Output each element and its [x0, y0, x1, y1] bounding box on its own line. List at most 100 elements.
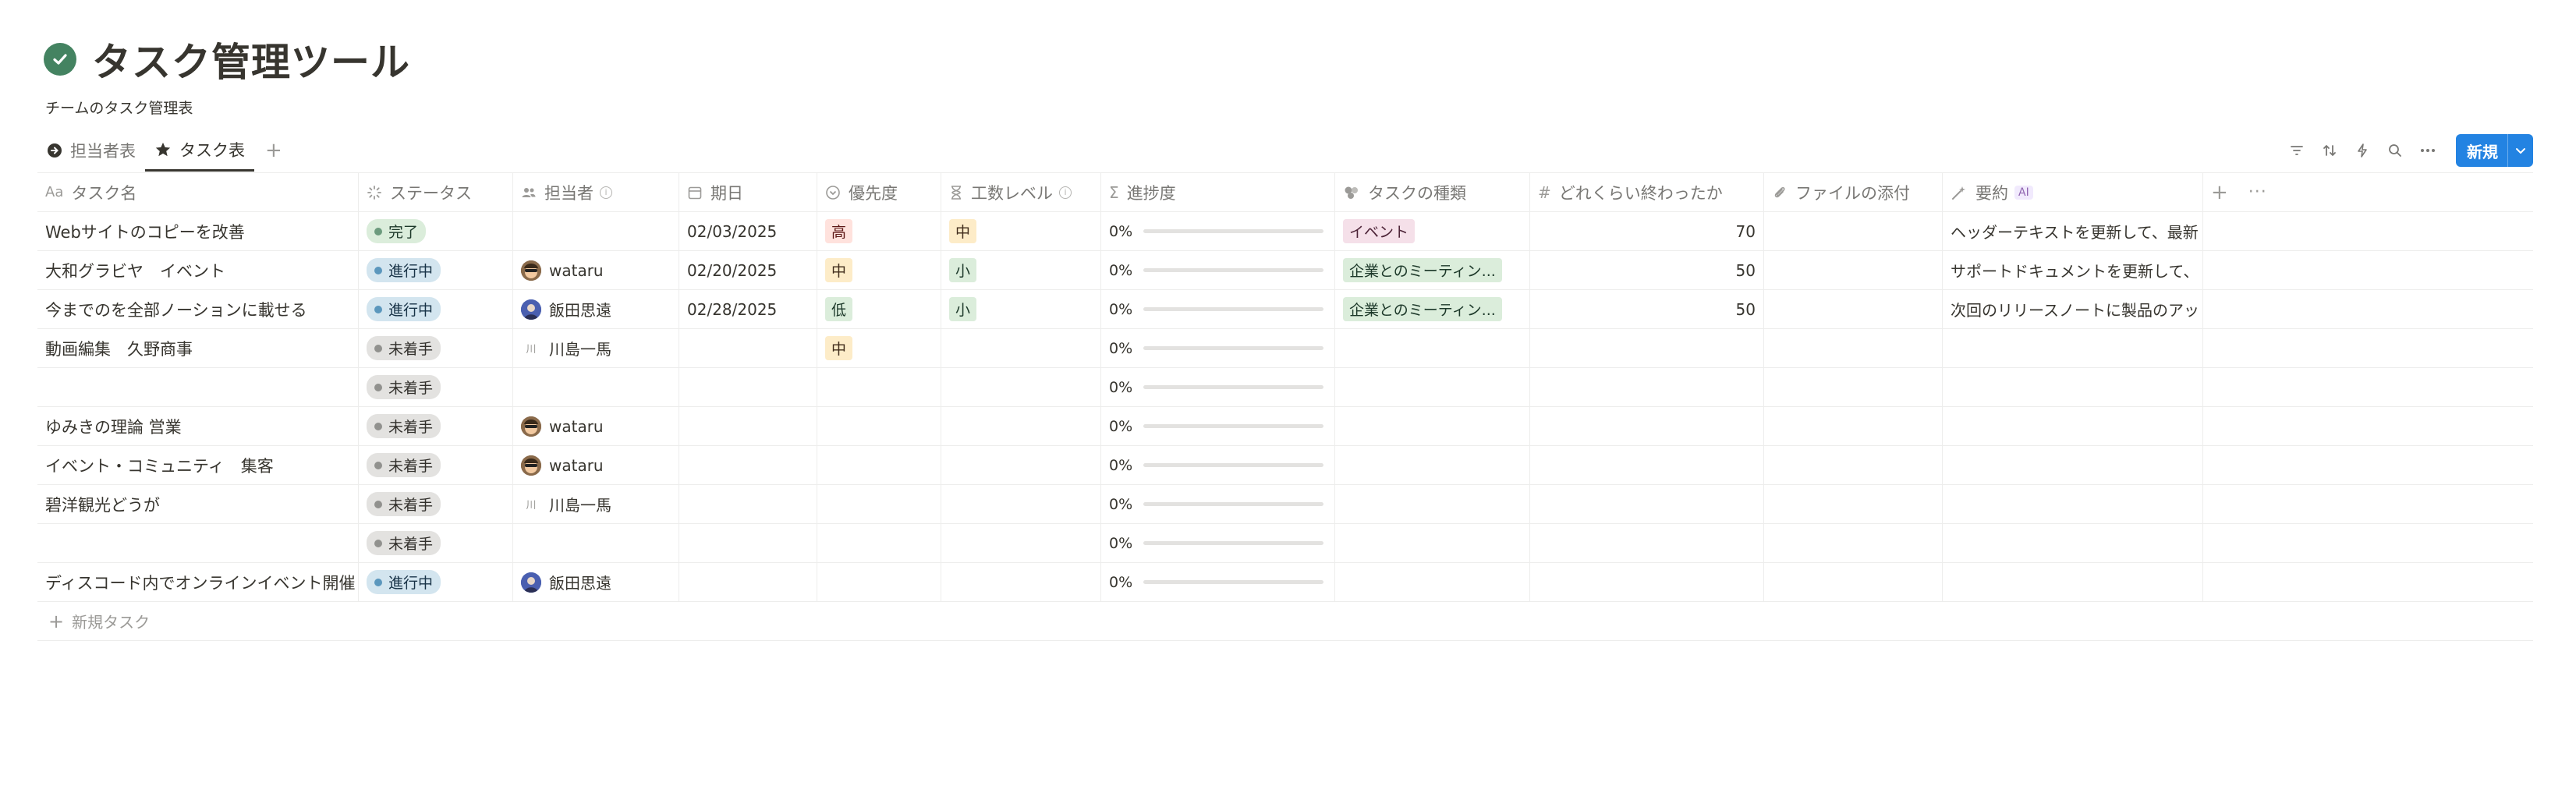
- attachment-cell[interactable]: [1764, 485, 1943, 523]
- column-header-task-name[interactable]: Aa タスク名: [37, 173, 359, 211]
- assignee-cell[interactable]: 飯田思遠: [513, 563, 679, 601]
- completion-cell[interactable]: [1530, 329, 1764, 367]
- attachment-cell[interactable]: [1764, 329, 1943, 367]
- attachment-cell[interactable]: [1764, 290, 1943, 328]
- effort-cell[interactable]: [941, 446, 1101, 484]
- task-name-cell[interactable]: 碧洋観光どうが: [37, 485, 359, 523]
- completion-cell[interactable]: [1530, 407, 1764, 445]
- task-type-cell[interactable]: 企業とのミーティン...: [1335, 251, 1530, 289]
- effort-cell[interactable]: [941, 524, 1101, 562]
- column-header-assignee[interactable]: 担当者 i: [513, 173, 679, 211]
- priority-cell[interactable]: [817, 407, 941, 445]
- effort-cell[interactable]: [941, 563, 1101, 601]
- table-row[interactable]: ゆみきの理論 営業 未着手 wataru 0%: [37, 407, 2533, 446]
- effort-cell[interactable]: [941, 485, 1101, 523]
- table-row[interactable]: Webサイトのコピーを改善 完了 02/03/2025 高 中 0% イベント 70 ヘッダーテ…: [37, 212, 2533, 251]
- tab-task-table[interactable]: タスク表: [145, 129, 254, 172]
- due-date-cell[interactable]: [679, 446, 817, 484]
- info-icon[interactable]: i: [1059, 186, 1072, 199]
- attachment-cell[interactable]: [1764, 368, 1943, 406]
- column-header-priority[interactable]: 優先度: [817, 173, 941, 211]
- column-header-status[interactable]: ステータス: [359, 173, 513, 211]
- task-type-cell[interactable]: イベント: [1335, 212, 1530, 250]
- attachment-cell[interactable]: [1764, 407, 1943, 445]
- summary-cell[interactable]: [1943, 446, 2203, 484]
- attachment-cell[interactable]: [1764, 563, 1943, 601]
- effort-cell[interactable]: [941, 329, 1101, 367]
- priority-cell[interactable]: 高: [817, 212, 941, 250]
- effort-cell[interactable]: 小: [941, 290, 1101, 328]
- task-type-cell[interactable]: [1335, 485, 1530, 523]
- completion-cell[interactable]: [1530, 485, 1764, 523]
- table-row[interactable]: 碧洋観光どうが 未着手 川川島一馬 0%: [37, 485, 2533, 524]
- column-header-effort[interactable]: 工数レベル i: [941, 173, 1101, 211]
- attachment-cell[interactable]: [1764, 212, 1943, 250]
- task-name-cell[interactable]: 動画編集 久野商事: [37, 329, 359, 367]
- more-icon[interactable]: [2417, 140, 2439, 161]
- assignee-cell[interactable]: [513, 524, 679, 562]
- search-icon[interactable]: [2384, 140, 2406, 161]
- task-type-cell[interactable]: 企業とのミーティン...: [1335, 290, 1530, 328]
- table-row[interactable]: 動画編集 久野商事 未着手 川川島一馬 中 0%: [37, 329, 2533, 368]
- column-header-progress[interactable]: Σ 進捗度: [1101, 173, 1335, 211]
- assignee-cell[interactable]: 飯田思遠: [513, 290, 679, 328]
- status-cell[interactable]: 未着手: [359, 368, 513, 406]
- summary-cell[interactable]: サポートドキュメントを更新して、: [1943, 251, 2203, 289]
- priority-cell[interactable]: [817, 524, 941, 562]
- sort-icon[interactable]: [2319, 140, 2340, 161]
- more-icon[interactable]: ···: [2248, 182, 2267, 202]
- new-button-label[interactable]: 新規: [2456, 134, 2507, 167]
- table-row[interactable]: ディスコード内でオンラインイベント開催 進行中 飯田思遠 0%: [37, 563, 2533, 602]
- due-date-cell[interactable]: 02/28/2025: [679, 290, 817, 328]
- chevron-down-icon[interactable]: [2507, 134, 2533, 167]
- priority-cell[interactable]: [817, 563, 941, 601]
- table-row[interactable]: 未着手 0%: [37, 368, 2533, 407]
- summary-cell[interactable]: [1943, 329, 2203, 367]
- status-cell[interactable]: 未着手: [359, 329, 513, 367]
- completion-cell[interactable]: [1530, 368, 1764, 406]
- task-name-cell[interactable]: [37, 368, 359, 406]
- task-type-cell[interactable]: [1335, 446, 1530, 484]
- due-date-cell[interactable]: [679, 485, 817, 523]
- status-cell[interactable]: 進行中: [359, 563, 513, 601]
- table-row[interactable]: 大和グラビヤ イベント 進行中 wataru 02/20/2025 中 小 0% 企業とのミー…: [37, 251, 2533, 290]
- summary-cell[interactable]: [1943, 485, 2203, 523]
- task-name-cell[interactable]: ゆみきの理論 営業: [37, 407, 359, 445]
- due-date-cell[interactable]: 02/03/2025: [679, 212, 817, 250]
- add-column-icon[interactable]: +: [2211, 181, 2228, 204]
- lightning-icon[interactable]: [2351, 140, 2373, 161]
- summary-cell[interactable]: ヘッダーテキストを更新して、最新: [1943, 212, 2203, 250]
- task-name-cell[interactable]: Webサイトのコピーを改善: [37, 212, 359, 250]
- effort-cell[interactable]: 中: [941, 212, 1101, 250]
- due-date-cell[interactable]: 02/20/2025: [679, 251, 817, 289]
- due-date-cell[interactable]: [679, 524, 817, 562]
- column-header-due[interactable]: 期日: [679, 173, 817, 211]
- table-row[interactable]: 未着手 0%: [37, 524, 2533, 563]
- due-date-cell[interactable]: [679, 329, 817, 367]
- summary-cell[interactable]: 次回のリリースノートに製品のアッ: [1943, 290, 2203, 328]
- priority-cell[interactable]: [817, 368, 941, 406]
- status-cell[interactable]: 未着手: [359, 485, 513, 523]
- summary-cell[interactable]: [1943, 368, 2203, 406]
- info-icon[interactable]: i: [600, 186, 612, 199]
- due-date-cell[interactable]: [679, 407, 817, 445]
- column-header-attachment[interactable]: ファイルの添付: [1764, 173, 1943, 211]
- effort-cell[interactable]: [941, 368, 1101, 406]
- new-button[interactable]: 新規: [2456, 134, 2533, 167]
- completion-cell[interactable]: 50: [1530, 290, 1764, 328]
- status-cell[interactable]: 進行中: [359, 290, 513, 328]
- assignee-cell[interactable]: [513, 212, 679, 250]
- task-type-cell[interactable]: [1335, 407, 1530, 445]
- filter-icon[interactable]: [2286, 140, 2308, 161]
- attachment-cell[interactable]: [1764, 524, 1943, 562]
- priority-cell[interactable]: 低: [817, 290, 941, 328]
- effort-cell[interactable]: 小: [941, 251, 1101, 289]
- priority-cell[interactable]: 中: [817, 251, 941, 289]
- status-cell[interactable]: 未着手: [359, 407, 513, 445]
- assignee-cell[interactable]: wataru: [513, 251, 679, 289]
- table-row[interactable]: イベント・コミュニティ 集客 未着手 wataru 0%: [37, 446, 2533, 485]
- completion-cell[interactable]: 70: [1530, 212, 1764, 250]
- completion-cell[interactable]: [1530, 524, 1764, 562]
- assignee-cell[interactable]: wataru: [513, 446, 679, 484]
- task-name-cell[interactable]: ディスコード内でオンラインイベント開催: [37, 563, 359, 601]
